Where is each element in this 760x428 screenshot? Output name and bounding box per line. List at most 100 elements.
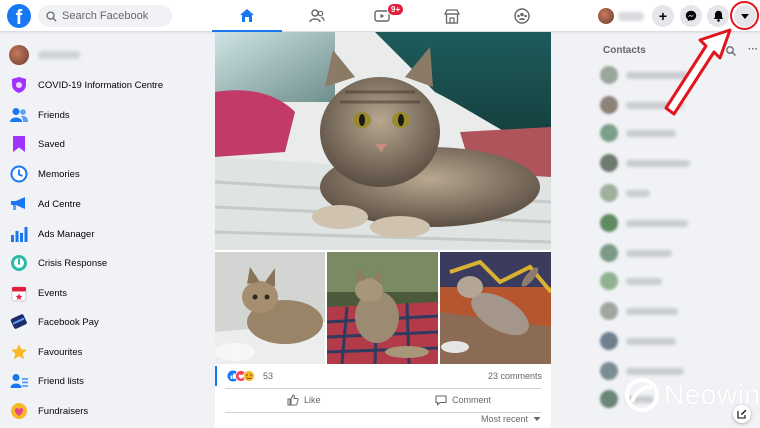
avatar (600, 66, 618, 84)
avatar (9, 45, 29, 65)
avatar (598, 8, 614, 24)
sidebar-item-profile[interactable] (6, 41, 206, 69)
pay-card-icon (9, 312, 29, 332)
sidebar-item-label: Ads Manager (38, 228, 95, 240)
sidebar-item-crisis-response[interactable]: Crisis Response (6, 249, 206, 277)
sidebar-item-facebook-pay[interactable]: Facebook Pay (6, 308, 206, 336)
sidebar-item-memories[interactable]: Memories (6, 160, 206, 188)
crisis-icon (9, 253, 29, 273)
more-options-icon[interactable]: ··· (748, 44, 758, 55)
avatar (600, 124, 618, 142)
avatar (600, 390, 618, 408)
sidebar-item-ad-centre[interactable]: Ad Centre (6, 190, 206, 218)
contact-name-blurred (626, 219, 688, 227)
comment-button[interactable]: Comment (435, 390, 491, 410)
divider (225, 412, 541, 413)
profile-shortcut[interactable] (598, 5, 644, 27)
calendar-icon (9, 283, 29, 303)
sidebar-item-covid[interactable]: COVID-19 Information Centre (6, 71, 206, 99)
post-photo-thumbnail[interactable] (215, 252, 325, 364)
sidebar-item-label: Friends (38, 109, 70, 121)
sidebar-item-label: Events (38, 287, 68, 299)
sidebar-item-events[interactable]: Events (6, 279, 206, 307)
sidebar-item-favourites[interactable]: Favourites (6, 338, 206, 366)
contact-name-blurred (626, 129, 676, 137)
comment-bubble-icon (435, 395, 447, 406)
heart-icon (9, 401, 29, 421)
contact-item[interactable] (600, 328, 676, 354)
tab-friends[interactable] (282, 0, 352, 32)
home-icon (240, 8, 254, 22)
post-photo-thumbnail[interactable] (440, 252, 551, 364)
facebook-logo[interactable]: f (7, 4, 31, 28)
avatar (600, 302, 618, 320)
search-box[interactable] (38, 5, 172, 27)
sidebar-item-label: Ad Centre (38, 198, 81, 210)
tab-home[interactable] (212, 0, 282, 32)
contact-item[interactable] (600, 298, 678, 324)
caret-down-icon (533, 417, 541, 421)
sidebar-item-label: Memories (38, 168, 80, 180)
profile-name-blurred (618, 11, 644, 21)
post-photo-thumbnail[interactable] (327, 252, 438, 364)
reaction-summary[interactable]: 53 23 comments (215, 366, 551, 386)
avatar (600, 362, 618, 380)
comment-count-link[interactable]: 23 comments (488, 371, 542, 381)
friend-list-icon (9, 371, 29, 391)
notifications-button[interactable] (707, 5, 729, 27)
cat-photo (215, 252, 325, 364)
comment-sort-dropdown[interactable]: Most recent (481, 414, 541, 424)
sidebar-item-fundraisers[interactable]: Fundraisers (6, 397, 206, 425)
new-message-button[interactable] (733, 405, 751, 423)
friends-icon (9, 105, 29, 125)
avatar (600, 184, 618, 202)
contact-name-blurred (626, 337, 676, 345)
contact-name-blurred (626, 277, 662, 285)
create-button[interactable]: + (652, 5, 674, 27)
plus-icon: + (658, 8, 668, 24)
reaction-count: 53 (263, 371, 274, 381)
tab-marketplace[interactable] (417, 0, 487, 32)
search-icon (46, 10, 57, 22)
search-input[interactable] (62, 10, 162, 22)
left-sidebar: COVID-19 Information Centre Friends Save… (0, 32, 215, 428)
groups-icon (514, 8, 530, 24)
profile-name-blurred (38, 51, 80, 59)
contact-item[interactable] (600, 240, 672, 266)
like-button[interactable]: Like (287, 390, 321, 410)
thumbs-up-icon (287, 394, 299, 406)
divider (225, 388, 541, 389)
highlight-circle (730, 1, 759, 30)
sidebar-item-label: Facebook Pay (38, 316, 99, 328)
tab-groups[interactable] (487, 0, 557, 32)
sidebar-item-friend-lists[interactable]: Friend lists (6, 367, 206, 395)
reactions-icon (227, 370, 255, 382)
top-navigation-bar: f 9+ + (0, 0, 760, 32)
contact-item[interactable] (600, 268, 662, 294)
post-photo-main[interactable] (215, 32, 551, 250)
bar-chart-icon (9, 224, 29, 244)
cat-photo (215, 32, 551, 250)
contact-name-blurred (626, 367, 684, 375)
avatar (600, 272, 618, 290)
sidebar-item-saved[interactable]: Saved (6, 130, 206, 158)
contact-item[interactable] (600, 210, 688, 236)
contact-name-blurred (626, 307, 678, 315)
messenger-button[interactable] (680, 5, 702, 27)
sidebar-item-friends[interactable]: Friends (6, 101, 206, 129)
comment-label: Comment (452, 395, 492, 405)
avatar (600, 214, 618, 232)
avatar (600, 332, 618, 350)
watch-notification-badge: 9+ (387, 3, 405, 16)
contact-item[interactable] (600, 120, 676, 146)
cat-photo (440, 252, 551, 364)
contact-item[interactable] (600, 150, 690, 176)
sidebar-item-label: COVID-19 Information Centre (38, 79, 164, 91)
contact-item[interactable] (600, 180, 650, 206)
tab-watch[interactable]: 9+ (347, 0, 417, 32)
avatar (600, 154, 618, 172)
sidebar-item-ads-manager[interactable]: Ads Manager (6, 220, 206, 248)
feed-post: 53 23 comments Like Comment Most recent (215, 32, 551, 428)
friends-icon (309, 9, 325, 23)
megaphone-icon (9, 194, 29, 214)
